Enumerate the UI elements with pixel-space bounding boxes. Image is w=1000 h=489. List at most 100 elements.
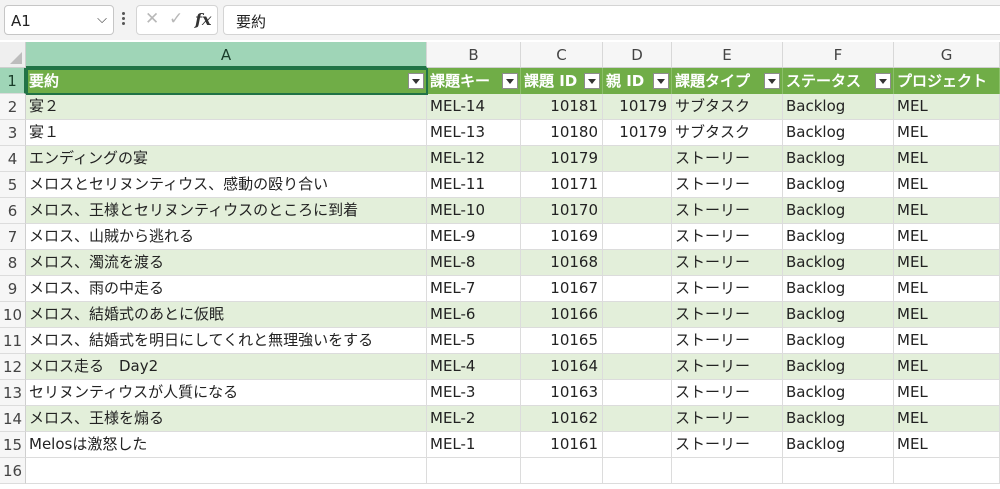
table-cell[interactable]: 10179 (603, 120, 672, 146)
empty-cell[interactable] (427, 458, 521, 484)
table-cell[interactable]: MEL-3 (427, 380, 521, 406)
enter-icon[interactable]: ✓ (169, 9, 183, 29)
cancel-icon[interactable]: ✕ (145, 9, 159, 29)
table-cell[interactable]: Backlog (783, 432, 894, 458)
row-header[interactable]: 13 (0, 380, 26, 406)
empty-cell[interactable] (603, 458, 672, 484)
table-cell[interactable]: 宴１ (26, 120, 427, 146)
table-cell[interactable]: 宴２ (26, 94, 427, 120)
table-cell[interactable]: MEL-12 (427, 146, 521, 172)
table-cell[interactable]: 10169 (521, 224, 603, 250)
column-header-d[interactable]: D (603, 42, 672, 68)
table-cell[interactable]: MEL (894, 276, 1000, 302)
table-cell[interactable] (603, 224, 672, 250)
table-cell[interactable]: メロス走る Day2 (26, 354, 427, 380)
row-header[interactable]: 2 (0, 94, 26, 120)
table-cell[interactable]: Backlog (783, 172, 894, 198)
name-box[interactable]: A1 ⌵ (4, 5, 114, 35)
table-header-cell[interactable]: 要約 (26, 68, 427, 94)
table-cell[interactable]: MEL (894, 354, 1000, 380)
table-cell[interactable]: MEL-8 (427, 250, 521, 276)
table-cell[interactable]: Backlog (783, 250, 894, 276)
table-header-cell[interactable]: 課題タイプ (672, 68, 783, 94)
table-cell[interactable]: MEL-1 (427, 432, 521, 458)
table-cell[interactable]: ストーリー (672, 146, 783, 172)
table-cell[interactable]: Melosは激怒した (26, 432, 427, 458)
table-cell[interactable]: MEL (894, 250, 1000, 276)
filter-dropdown-icon[interactable] (653, 73, 669, 89)
table-cell[interactable]: ストーリー (672, 198, 783, 224)
table-cell[interactable] (603, 172, 672, 198)
table-cell[interactable]: 10162 (521, 406, 603, 432)
table-cell[interactable]: 10161 (521, 432, 603, 458)
empty-cell[interactable] (672, 458, 783, 484)
table-cell[interactable]: ストーリー (672, 328, 783, 354)
table-cell[interactable]: MEL-14 (427, 94, 521, 120)
table-cell[interactable]: ストーリー (672, 172, 783, 198)
table-cell[interactable]: 10170 (521, 198, 603, 224)
more-options-icon[interactable] (119, 10, 127, 30)
table-cell[interactable]: 10163 (521, 380, 603, 406)
table-header-cell[interactable]: 課題 ID (521, 68, 603, 94)
table-cell[interactable]: Backlog (783, 406, 894, 432)
table-cell[interactable]: メロス、濁流を渡る (26, 250, 427, 276)
table-cell[interactable] (603, 354, 672, 380)
table-cell[interactable]: MEL (894, 172, 1000, 198)
table-cell[interactable]: MEL (894, 380, 1000, 406)
empty-cell[interactable] (26, 458, 427, 484)
table-header-cell[interactable]: 親 ID (603, 68, 672, 94)
table-cell[interactable]: 10180 (521, 120, 603, 146)
row-header[interactable]: 16 (0, 458, 26, 484)
table-cell[interactable]: MEL (894, 432, 1000, 458)
table-cell[interactable]: エンディングの宴 (26, 146, 427, 172)
table-cell[interactable]: Backlog (783, 328, 894, 354)
filter-dropdown-icon[interactable] (875, 73, 891, 89)
table-cell[interactable]: MEL-4 (427, 354, 521, 380)
insert-function-icon[interactable]: fx (195, 10, 211, 29)
row-header[interactable]: 15 (0, 432, 26, 458)
table-cell[interactable]: MEL-11 (427, 172, 521, 198)
row-header[interactable]: 7 (0, 224, 26, 250)
table-cell[interactable] (603, 406, 672, 432)
table-cell[interactable]: 10167 (521, 276, 603, 302)
row-header[interactable]: 11 (0, 328, 26, 354)
table-cell[interactable]: MEL-9 (427, 224, 521, 250)
table-cell[interactable]: MEL-7 (427, 276, 521, 302)
filter-dropdown-icon[interactable] (408, 73, 424, 89)
table-cell[interactable]: メロス、結婚式を明日にしてくれと無理強いをする (26, 328, 427, 354)
table-cell[interactable]: メロス、王様を煽る (26, 406, 427, 432)
table-cell[interactable]: 10171 (521, 172, 603, 198)
table-cell[interactable]: 10164 (521, 354, 603, 380)
select-all-button[interactable] (0, 42, 26, 68)
chevron-down-icon[interactable]: ⌵ (97, 12, 107, 27)
table-cell[interactable]: MEL (894, 224, 1000, 250)
table-cell[interactable]: MEL (894, 198, 1000, 224)
table-header-cell[interactable]: プロジェクト (894, 68, 1000, 94)
row-header[interactable]: 8 (0, 250, 26, 276)
table-cell[interactable]: メロス、王様とセリヌンティウスのところに到着 (26, 198, 427, 224)
table-cell[interactable]: ストーリー (672, 380, 783, 406)
row-header[interactable]: 3 (0, 120, 26, 146)
table-cell[interactable] (603, 302, 672, 328)
table-cell[interactable]: ストーリー (672, 302, 783, 328)
table-cell[interactable]: サブタスク (672, 94, 783, 120)
table-cell[interactable]: ストーリー (672, 250, 783, 276)
table-cell[interactable] (603, 380, 672, 406)
empty-cell[interactable] (521, 458, 603, 484)
table-cell[interactable]: MEL-10 (427, 198, 521, 224)
table-cell[interactable]: Backlog (783, 224, 894, 250)
table-cell[interactable]: 10179 (603, 94, 672, 120)
table-cell[interactable]: MEL-6 (427, 302, 521, 328)
column-header-e[interactable]: E (672, 42, 783, 68)
column-header-c[interactable]: C (521, 42, 603, 68)
table-cell[interactable]: MEL (894, 146, 1000, 172)
table-cell[interactable] (603, 328, 672, 354)
table-cell[interactable]: Backlog (783, 94, 894, 120)
table-cell[interactable]: Backlog (783, 276, 894, 302)
row-header[interactable]: 1 (0, 68, 26, 94)
table-cell[interactable]: サブタスク (672, 120, 783, 146)
row-header[interactable]: 9 (0, 276, 26, 302)
table-cell[interactable] (603, 250, 672, 276)
table-cell[interactable] (603, 432, 672, 458)
table-cell[interactable]: メロス、結婚式のあとに仮眠 (26, 302, 427, 328)
